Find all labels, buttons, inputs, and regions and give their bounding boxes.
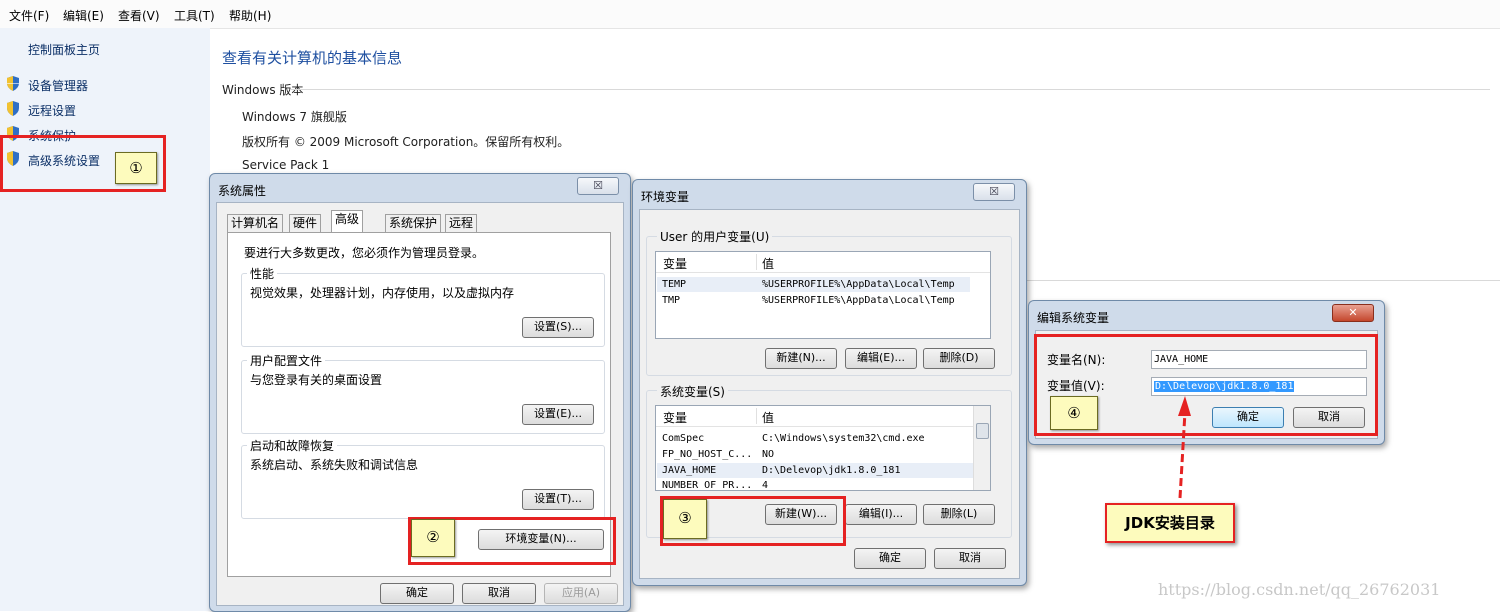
copyright-text: 版权所有 © 2009 Microsoft Corporation。保留所有权利… [242, 135, 570, 149]
apply-button[interactable]: 应用(A) [544, 583, 618, 604]
performance-settings-button[interactable]: 设置(S)... [522, 317, 594, 338]
windows-edition: Windows 7 旗舰版 [242, 110, 347, 124]
dialog-title: 环境变量 [641, 190, 690, 204]
menu-edit[interactable]: 编辑(E) [63, 7, 104, 24]
column-divider [756, 408, 757, 424]
variable-value: D:\Delevop\jdk1.8.0_181 [762, 465, 901, 476]
startup-settings-button[interactable]: 设置(T)... [522, 489, 594, 510]
arrow-icon [1178, 396, 1191, 499]
dialog-title: 编辑系统变量 [1037, 311, 1110, 325]
variable-value: NO [762, 449, 775, 460]
section-divider [290, 89, 1490, 90]
system-variables-list[interactable]: 变量 值 ComSpec C:\Windows\system32\cmd.exe… [655, 405, 991, 491]
tab-remote[interactable]: 远程 [445, 214, 478, 232]
user-profile-group: 用户配置文件 与您登录有关的桌面设置 设置(E)... [241, 352, 605, 434]
close-icon: ☒ [593, 179, 603, 192]
column-header-value[interactable]: 值 [762, 255, 774, 272]
variable-value: 4 [762, 480, 769, 491]
user-variables-list[interactable]: 变量 值 TEMP %USERPROFILE%\AppData\Local\Te… [655, 251, 991, 339]
menu-help[interactable]: 帮助(H) [229, 7, 271, 24]
step-badge-3: ③ [663, 499, 707, 539]
close-icon: ☒ [989, 185, 999, 198]
sidebar-home-link[interactable]: 控制面板主页 [28, 41, 100, 58]
service-pack: Service Pack 1 [242, 158, 330, 172]
user-delete-button[interactable]: 删除(D) [923, 348, 995, 369]
variable-name: TMP [662, 295, 681, 306]
group-label: 系统变量(S) [657, 383, 728, 400]
variable-value: %USERPROFILE%\AppData\Local\Temp [762, 279, 955, 290]
cancel-button[interactable]: 取消 [462, 583, 536, 604]
variable-value: %USERPROFILE%\AppData\Local\Temp [762, 295, 955, 306]
sidebar-item-device-manager[interactable]: 设备管理器 [28, 77, 88, 94]
system-edit-button[interactable]: 编辑(I)... [845, 504, 917, 525]
column-header-value[interactable]: 值 [762, 409, 774, 426]
sidebar: 控制面板主页 设备管理器 远程设置 系统保护 高级系统设置 [0, 28, 210, 611]
variable-value: C:\Windows\system32\cmd.exe [762, 433, 925, 444]
step-badge-4: ④ [1050, 396, 1098, 430]
scrollbar-thumb[interactable] [976, 423, 989, 439]
system-delete-button[interactable]: 删除(L) [923, 504, 995, 525]
close-button[interactable]: ✕ [1332, 304, 1374, 322]
column-header-variable[interactable]: 变量 [663, 255, 687, 272]
close-button[interactable]: ☒ [973, 183, 1015, 201]
variable-name: ComSpec [662, 433, 705, 444]
close-button[interactable]: ☒ [577, 177, 619, 195]
sidebar-item-remote[interactable]: 远程设置 [28, 102, 76, 119]
variable-name: FP_NO_HOST_C... [662, 449, 753, 460]
group-description: 与您登录有关的桌面设置 [250, 373, 383, 387]
list-header: 变量 值 [656, 252, 990, 273]
user-new-button[interactable]: 新建(N)... [765, 348, 837, 369]
group-label: User 的用户变量(U) [657, 228, 773, 245]
profile-settings-button[interactable]: 设置(E)... [522, 404, 594, 425]
admin-note: 要进行大多数更改，您必须作为管理员登录。 [244, 246, 485, 260]
startup-recovery-group: 启动和故障恢复 系统启动、系统失败和调试信息 设置(T)... [241, 437, 605, 519]
performance-group: 性能 视觉效果，处理器计划，内存使用，以及虚拟内存 设置(S)... [241, 265, 605, 347]
tab-computer-name[interactable]: 计算机名 [227, 214, 284, 232]
tab-hardware[interactable]: 硬件 [289, 214, 322, 232]
group-label: 启动和故障恢复 [247, 437, 338, 454]
step-badge-2: ② [411, 519, 455, 557]
variable-name: TEMP [662, 279, 687, 290]
cancel-button[interactable]: 取消 [934, 548, 1006, 569]
user-edit-button[interactable]: 编辑(E)... [845, 348, 917, 369]
shield-icon [7, 76, 19, 91]
menu-view[interactable]: 查看(V) [118, 7, 160, 24]
ok-button[interactable]: 确定 [380, 583, 454, 604]
tab-system-protection[interactable]: 系统保护 [385, 214, 442, 232]
list-header: 变量 值 [656, 406, 990, 427]
page-title: 查看有关计算机的基本信息 [222, 49, 403, 67]
user-variables-group: User 的用户变量(U) 变量 值 TEMP %USERPROFILE%\Ap… [646, 228, 1012, 376]
scrollbar[interactable] [973, 406, 990, 490]
group-label: 性能 [247, 265, 278, 282]
section-divider [1020, 280, 1500, 281]
menu-bar: 文件(F) 编辑(E) 查看(V) 工具(T) 帮助(H) [0, 0, 1500, 29]
jdk-callout: JDK安装目录 [1105, 503, 1235, 543]
watermark: https://blog.csdn.net/qq_26762031 [1158, 580, 1441, 599]
shield-icon [7, 101, 19, 116]
variable-name: NUMBER_OF_PR... [662, 480, 753, 491]
dialog-title: 系统属性 [218, 184, 267, 198]
close-icon: ✕ [1348, 306, 1358, 319]
group-label: 用户配置文件 [247, 352, 326, 369]
tab-advanced[interactable]: 高级 [331, 210, 364, 232]
menu-tools[interactable]: 工具(T) [174, 7, 215, 24]
tab-strip: 计算机名 硬件 高级 系统保护 远程 [227, 210, 607, 232]
column-divider [756, 254, 757, 270]
variable-name: JAVA_HOME [662, 465, 717, 476]
column-header-variable[interactable]: 变量 [663, 409, 687, 426]
step-badge-1: ① [115, 152, 157, 184]
group-description: 系统启动、系统失败和调试信息 [250, 458, 419, 472]
menu-file[interactable]: 文件(F) [9, 7, 49, 24]
group-description: 视觉效果，处理器计划，内存使用，以及虚拟内存 [250, 286, 515, 300]
ok-button[interactable]: 确定 [854, 548, 926, 569]
